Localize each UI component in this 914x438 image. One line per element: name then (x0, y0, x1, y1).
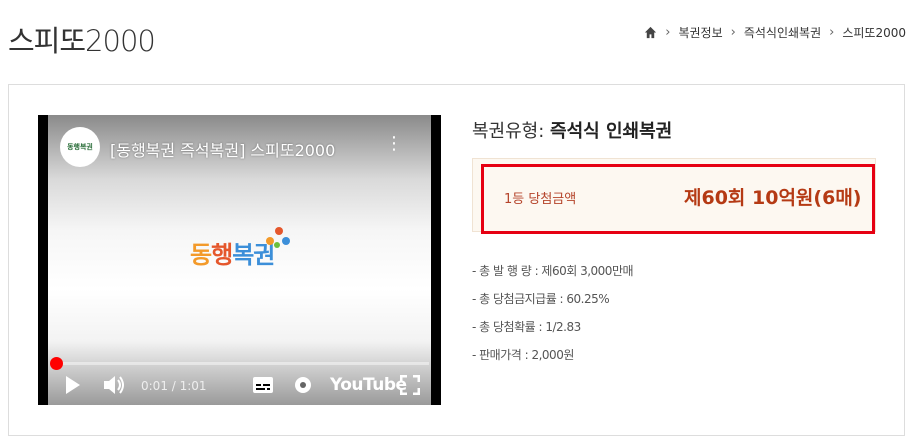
video-title[interactable]: [동행복권 즉석복권] 스피또2000 (110, 137, 335, 161)
lottery-type-value: 즉석식 인쇄복권 (550, 121, 673, 142)
list-item: - 판매가격 : 2,000원 (472, 348, 574, 362)
lottery-type: 복권유형: 즉석식 인쇄복권 (472, 117, 672, 143)
logo-char: 동 (190, 241, 212, 269)
chevron-right-icon: › (665, 25, 671, 40)
info-list: - 총 발 행 량 : 제60회 3,000만매 - 총 당첨금지급률 : 60… (472, 262, 634, 374)
progress-bar[interactable] (56, 362, 429, 365)
breadcrumb: › 복권정보 › 즉석식인쇄복권 › 스피또2000 (644, 24, 906, 41)
fullscreen-icon[interactable] (400, 375, 420, 395)
breadcrumb-item-current: 스피또2000 (842, 26, 906, 40)
chevron-right-icon: › (829, 25, 835, 40)
breadcrumb-item[interactable]: 즉석식인쇄복권 (744, 24, 821, 41)
prize-value: 제60회 10억원(6매) (684, 187, 862, 209)
more-options-icon[interactable]: ⋮ (385, 135, 403, 153)
time-display: 0:01 / 1:01 (141, 379, 207, 393)
chevron-right-icon: › (730, 25, 736, 40)
list-item: - 총 발 행 량 : 제60회 3,000만매 (472, 264, 634, 278)
logo-char: 행 (211, 241, 233, 269)
home-icon[interactable] (644, 26, 657, 39)
sparkle-icon (266, 227, 290, 248)
player-controls: 0:01 / 1:01 YouTube (38, 373, 441, 401)
breadcrumb-item[interactable]: 복권정보 (678, 24, 722, 41)
list-item: - 총 당첨확률 : 1/2.83 (472, 320, 581, 334)
channel-logo-text: 동행복권 (67, 143, 93, 151)
youtube-logo[interactable]: YouTube (330, 375, 407, 395)
list-item: - 총 당첨금지급률 : 60.25% (472, 292, 610, 306)
play-icon[interactable] (64, 375, 82, 395)
volume-icon[interactable] (102, 374, 126, 396)
video-player[interactable]: 동행복권 [동행복권 즉석복권] 스피또2000 ⋮ 동행복권 0:01 / 1… (38, 115, 441, 405)
progress-handle[interactable] (50, 357, 63, 370)
settings-gear-icon[interactable] (292, 374, 314, 396)
channel-avatar[interactable]: 동행복권 (60, 127, 100, 167)
prize-label: 1등 당첨금액 (504, 192, 577, 207)
lottery-type-label: 복권유형: (472, 121, 551, 142)
page-title: 스피또2000 (8, 24, 156, 58)
subtitles-icon[interactable] (252, 376, 274, 394)
brand-logo: 동행복권 (190, 227, 290, 270)
